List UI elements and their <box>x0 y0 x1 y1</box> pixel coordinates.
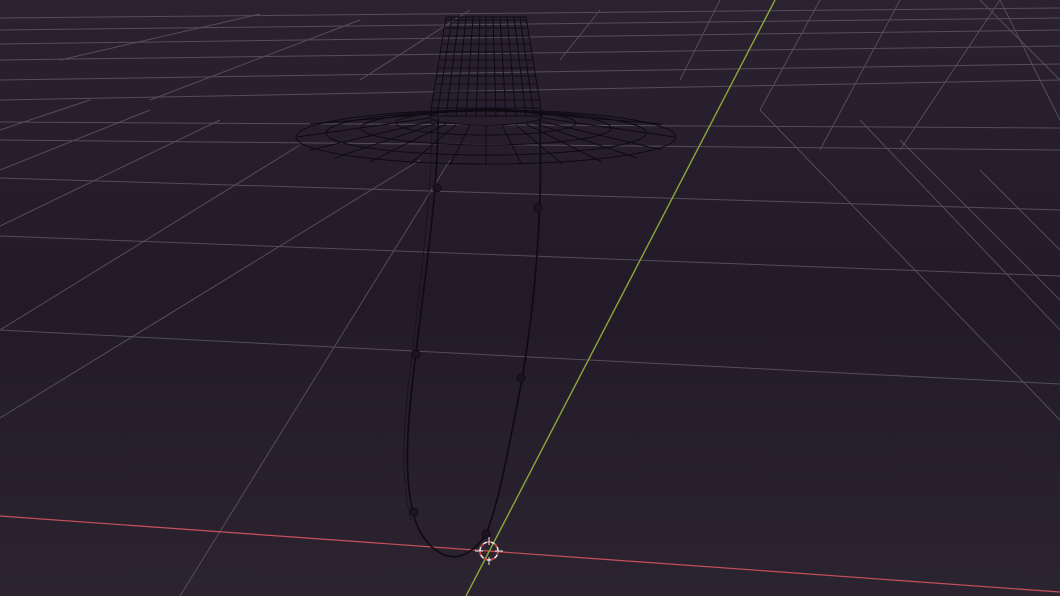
curve-control-point[interactable] <box>411 349 421 359</box>
curve-control-point[interactable] <box>432 183 442 193</box>
curve-control-point[interactable] <box>516 373 526 383</box>
curve-control-point[interactable] <box>533 203 543 213</box>
viewport-canvas[interactable] <box>0 0 1060 596</box>
curve-control-point[interactable] <box>481 529 491 539</box>
curve-control-point[interactable] <box>409 507 419 517</box>
3d-viewport[interactable] <box>0 0 1060 596</box>
